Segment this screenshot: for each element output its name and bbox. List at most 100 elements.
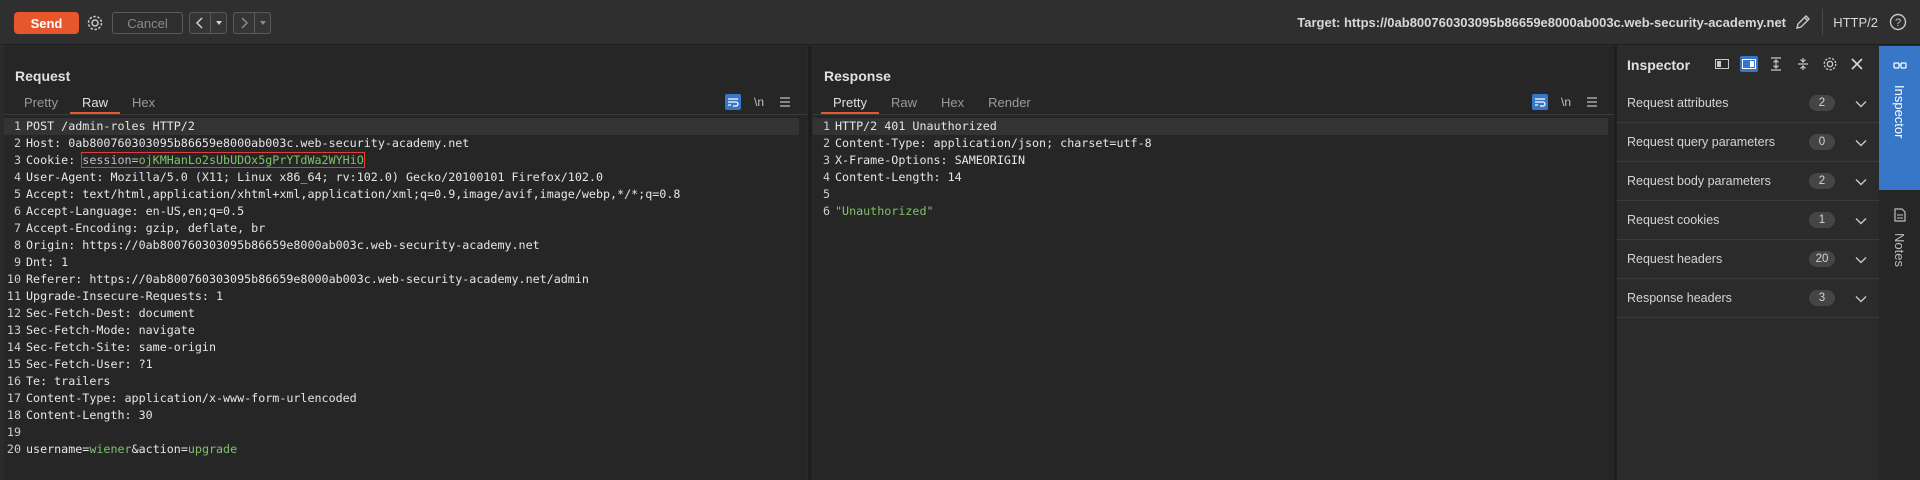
gear-icon[interactable] <box>84 12 106 34</box>
tab-request-hex[interactable]: Hex <box>120 94 167 114</box>
line-number: 10 <box>6 272 21 286</box>
line-number: 2 <box>13 136 21 150</box>
line-content: Host: 0ab800760303095b86659e8000ab003c.w… <box>26 135 469 152</box>
pencil-icon[interactable] <box>1793 12 1813 32</box>
collapse-all-icon[interactable] <box>1794 56 1812 72</box>
chevron-down-icon[interactable] <box>1855 252 1867 267</box>
code-line: 2 Content-Type: application/json; charset… <box>813 135 1608 152</box>
chevron-down-icon[interactable] <box>1855 291 1867 306</box>
tab-response-render[interactable]: Render <box>976 94 1043 114</box>
cancel-button[interactable]: Cancel <box>112 12 183 34</box>
code-line: 2 Host: 0ab800760303095b86659e8000ab003c.… <box>4 135 799 152</box>
line-content: Te: trailers <box>26 373 110 390</box>
side-tab-inspector[interactable]: Inspector <box>1879 46 1920 190</box>
chevron-down-icon[interactable] <box>1855 174 1867 189</box>
response-editor[interactable]: 1 HTTP/2 401 Unauthorized 2 Content-Type: a… <box>813 118 1608 220</box>
cookie-value: ojKMHanLo2sUbUDOx5gPrYTdWa2WYHiO <box>138 153 364 167</box>
tab-response-hex[interactable]: Hex <box>929 94 976 114</box>
inspector-layout-panel-icon[interactable] <box>1740 56 1758 72</box>
request-view-controls: \n <box>725 94 793 110</box>
protocol-label[interactable]: HTTP/2 <box>1833 15 1878 30</box>
tab-response-pretty[interactable]: Pretty <box>821 94 879 114</box>
tab-response-raw[interactable]: Raw <box>879 94 929 114</box>
code-line: 10 Referer: https://0ab800760303095b86659… <box>4 271 799 288</box>
inspector-panel: Inspector Request attributes 2 Request que… <box>1616 46 1879 480</box>
forward-history-group <box>233 12 271 34</box>
line-number: 4 <box>13 170 21 184</box>
inspector-row[interactable]: Request headers 20 <box>1617 240 1879 279</box>
line-text: Sec-Fetch-Mode: navigate <box>26 323 195 337</box>
code-line: 19 <box>4 424 799 441</box>
wrap-icon[interactable] <box>1532 94 1548 110</box>
inspector-row[interactable]: Request query parameters 0 <box>1617 123 1879 162</box>
code-line: 14 Sec-Fetch-Site: same-origin <box>4 339 799 356</box>
line-number: 17 <box>6 391 21 405</box>
line-number: 7 <box>13 221 21 235</box>
line-text: Accept-Encoding: gzip, deflate, br <box>26 221 266 235</box>
code-line: 16 Te: trailers <box>4 373 799 390</box>
line-number: 4 <box>822 170 830 184</box>
inspector-tab-icon <box>1892 60 1907 77</box>
newline-icon[interactable]: \n <box>751 94 767 110</box>
line-number: 15 <box>6 357 21 371</box>
inspector-title: Inspector <box>1627 57 1691 73</box>
back-dropdown-icon[interactable] <box>210 13 226 33</box>
inspector-row[interactable]: Request body parameters 2 <box>1617 162 1879 201</box>
line-text: User-Agent: Mozilla/5.0 (X11; Linux x86_… <box>26 170 603 184</box>
chevron-down-icon[interactable] <box>1855 135 1867 150</box>
newline-icon[interactable]: \n <box>1558 94 1574 110</box>
response-pane: Response Pretty Raw Hex Render \n 1 HTTP/… <box>813 46 1615 480</box>
gear-icon[interactable] <box>1821 56 1839 72</box>
help-icon[interactable]: ? <box>1888 12 1908 32</box>
line-text: Upgrade-Insecure-Requests: 1 <box>26 289 224 303</box>
line-number: 2 <box>822 136 830 150</box>
inspector-row[interactable]: Request attributes 2 <box>1617 84 1879 123</box>
close-icon[interactable] <box>1848 56 1866 72</box>
tab-request-pretty[interactable]: Pretty <box>12 94 70 114</box>
inspector-row[interactable]: Request cookies 1 <box>1617 201 1879 240</box>
pane-splitter[interactable] <box>808 46 812 480</box>
send-button[interactable]: Send <box>14 12 79 34</box>
forward-dropdown-icon[interactable] <box>254 13 270 33</box>
line-text: Sec-Fetch-Dest: document <box>26 306 195 320</box>
menu-icon[interactable] <box>1584 94 1600 110</box>
inspector-layout-list-icon[interactable] <box>1713 56 1731 72</box>
chevron-right-icon[interactable] <box>234 13 254 33</box>
inspector-row-count: 0 <box>1809 134 1835 150</box>
line-content: Upgrade-Insecure-Requests: 1 <box>26 288 223 305</box>
menu-icon[interactable] <box>777 94 793 110</box>
line-content: User-Agent: Mozilla/5.0 (X11; Linux x86_… <box>26 169 603 186</box>
tab-request-raw[interactable]: Raw <box>69 94 120 114</box>
code-line: 6 Accept-Language: en-US,en;q=0.5 <box>4 203 799 220</box>
response-view-controls: \n <box>1532 94 1600 110</box>
line-content: Dnt: 1 <box>26 254 68 271</box>
request-editor[interactable]: 1 POST /admin-roles HTTP/2 2 Host: 0ab80076… <box>4 118 799 458</box>
chevron-down-icon[interactable] <box>1855 213 1867 228</box>
line-content: username=wiener&action=upgrade <box>26 441 237 458</box>
line-content: Content-Length: 14 <box>835 169 962 186</box>
side-tab-notes[interactable]: Notes <box>1879 196 1920 336</box>
line-text: X-Frame-Options: SAMEORIGIN <box>835 153 1025 167</box>
cookie-name: session= <box>82 153 139 167</box>
line-text: Te: trailers <box>26 374 111 388</box>
expand-all-icon[interactable] <box>1767 56 1785 72</box>
back-history-group <box>189 12 227 34</box>
inspector-row-count: 2 <box>1809 173 1835 189</box>
line-content: Accept: text/html,application/xhtml+xml,… <box>26 186 680 203</box>
line-content: Accept-Language: en-US,en;q=0.5 <box>26 203 244 220</box>
response-tabs: Pretty Raw Hex Render <box>821 94 1043 114</box>
line-number: 6 <box>13 204 21 218</box>
request-tabs: Pretty Raw Hex <box>12 94 167 114</box>
line-content: Sec-Fetch-Dest: document <box>26 305 195 322</box>
line-number: 9 <box>13 255 21 269</box>
body-param-key: &action= <box>131 442 188 456</box>
chevron-down-icon[interactable] <box>1855 96 1867 111</box>
cookie-highlight[interactable]: session=ojKMHanLo2sUbUDOx5gPrYTdWa2WYHiO <box>81 152 365 168</box>
inspector-row[interactable]: Response headers 3 <box>1617 279 1879 318</box>
chevron-left-icon[interactable] <box>190 13 210 33</box>
inspector-row-label: Request query parameters <box>1627 135 1775 149</box>
line-text: Content-Type: application/x-www-form-url… <box>26 391 357 405</box>
inspector-row-count: 20 <box>1809 251 1835 267</box>
line-number: 5 <box>822 187 830 201</box>
wrap-icon[interactable] <box>725 94 741 110</box>
